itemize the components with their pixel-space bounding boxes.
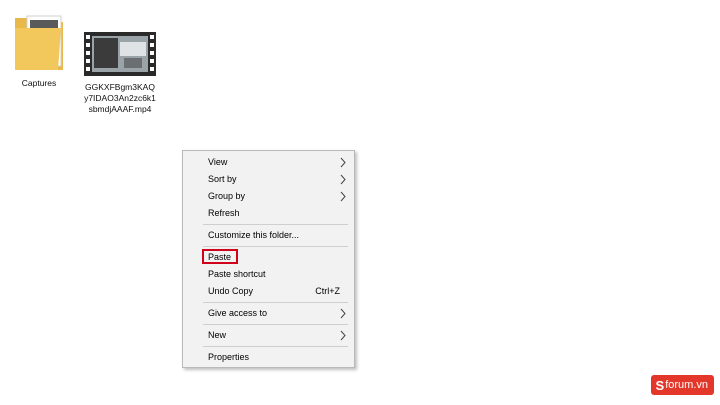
menu-item-label: Paste shortcut — [208, 269, 266, 279]
sforum-logo-icon: S — [655, 377, 665, 393]
chevron-right-icon — [340, 330, 346, 341]
chevron-right-icon — [340, 157, 346, 168]
menu-item-label: Group by — [208, 191, 246, 201]
menu-item-new[interactable]: New — [183, 327, 354, 344]
menu-item-paste-shortcut[interactable]: Paste shortcut — [183, 266, 354, 283]
menu-item-group-by[interactable]: Group by — [183, 188, 354, 205]
watermark-text: forum.vn — [665, 379, 708, 391]
menu-item-sort-by[interactable]: Sort by — [183, 171, 354, 188]
video-thumbnail-icon — [84, 32, 156, 79]
menu-item-view[interactable]: View — [183, 154, 354, 171]
menu-item-refresh[interactable]: Refresh — [183, 205, 354, 222]
folder-label: Captures — [21, 78, 57, 88]
folder-icon — [13, 10, 65, 75]
video-file-label: GGKXFBgm3KAQy7IDAO3An2zc6k1sbmdjAAAF.mp4 — [84, 82, 156, 114]
menu-separator — [203, 224, 348, 225]
menu-item-undo-copy[interactable]: Undo Copy Ctrl+Z — [183, 283, 354, 300]
chevron-right-icon — [340, 191, 346, 202]
menu-item-properties[interactable]: Properties — [183, 349, 354, 366]
menu-separator — [203, 302, 348, 303]
menu-item-label: New — [208, 330, 227, 340]
menu-item-label: Refresh — [208, 208, 240, 218]
menu-item-give-access[interactable]: Give access to — [183, 305, 354, 322]
menu-item-label: Properties — [208, 352, 250, 362]
menu-item-label: Undo Copy — [208, 286, 254, 296]
menu-item-label: Customize this folder... — [208, 230, 300, 240]
folder-captures[interactable]: Captures — [8, 10, 70, 89]
context-menu: View Sort by Group by Refresh Customize … — [182, 150, 355, 368]
menu-item-label: Give access to — [208, 308, 268, 318]
menu-item-label: Sort by — [208, 174, 237, 184]
menu-item-label: View — [208, 157, 228, 167]
video-file-icon-item[interactable]: GGKXFBgm3KAQy7IDAO3An2zc6k1sbmdjAAAF.mp4 — [80, 32, 160, 115]
menu-item-customize-folder[interactable]: Customize this folder... — [183, 227, 354, 244]
menu-item-paste[interactable]: Paste — [183, 249, 354, 266]
menu-separator — [203, 246, 348, 247]
menu-item-shortcut: Ctrl+Z — [315, 286, 340, 296]
menu-separator — [203, 346, 348, 347]
chevron-right-icon — [340, 174, 346, 185]
chevron-right-icon — [340, 308, 346, 319]
sforum-watermark: S forum.vn — [650, 375, 714, 395]
menu-separator — [203, 324, 348, 325]
menu-item-label: Paste — [208, 252, 232, 262]
